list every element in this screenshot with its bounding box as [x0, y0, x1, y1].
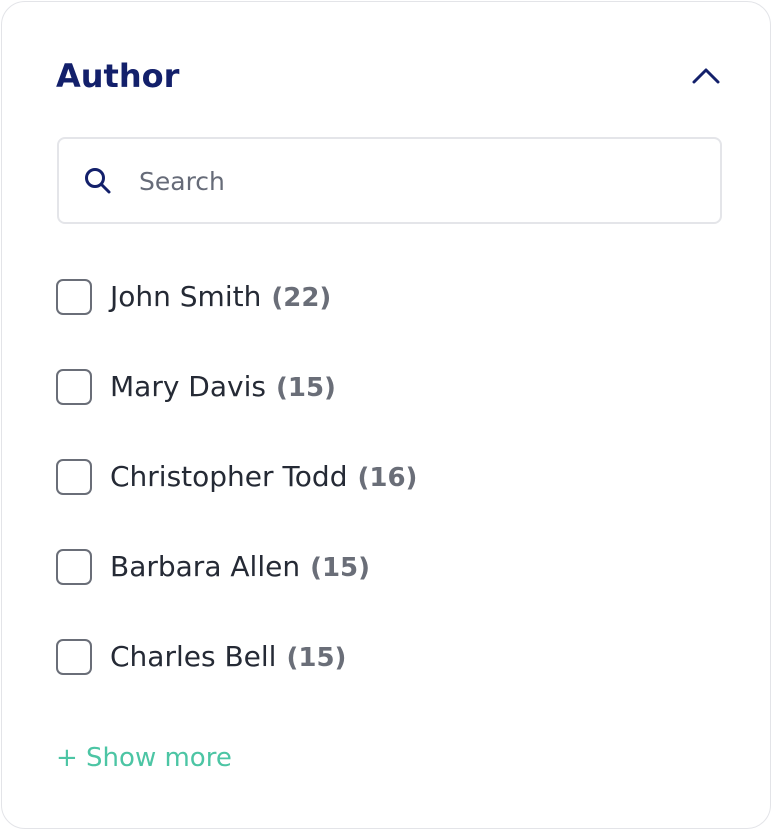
list-item[interactable]: Barbara Allen (15) — [56, 548, 736, 638]
filter-header: Author — [56, 54, 724, 98]
checkbox[interactable] — [56, 639, 92, 675]
search-input[interactable] — [139, 159, 699, 203]
author-options-list: John Smith (22) Mary Davis (15) Christophe… — [56, 278, 736, 728]
search-icon — [85, 168, 111, 194]
checkbox[interactable] — [56, 369, 92, 405]
list-item[interactable]: John Smith (22) — [56, 278, 736, 368]
list-item[interactable]: Christopher Todd (16) — [56, 458, 736, 548]
option-label: Christopher Todd — [110, 460, 348, 493]
list-item[interactable]: Charles Bell (15) — [56, 638, 736, 728]
option-label: Barbara Allen — [110, 550, 301, 583]
option-label: Charles Bell — [110, 640, 277, 673]
chevron-up-icon — [692, 68, 720, 84]
checkbox[interactable] — [56, 279, 92, 315]
option-count: (16) — [357, 463, 418, 493]
option-count: (15) — [310, 553, 371, 583]
show-more-link[interactable]: + Show more — [56, 740, 232, 776]
list-item[interactable]: Mary Davis (15) — [56, 368, 736, 458]
checkbox[interactable] — [56, 459, 92, 495]
search-box — [57, 137, 722, 224]
checkbox[interactable] — [56, 549, 92, 585]
option-count: (15) — [275, 373, 336, 403]
filter-title: Author — [56, 57, 180, 95]
author-filter-panel: Author John Smith (22) Mary Davis (15) — [1, 1, 771, 829]
option-count: (15) — [286, 643, 347, 673]
collapse-toggle-button[interactable] — [688, 58, 724, 94]
option-label: Mary Davis — [110, 370, 266, 403]
option-count: (22) — [271, 283, 332, 313]
option-label: John Smith — [110, 280, 262, 313]
